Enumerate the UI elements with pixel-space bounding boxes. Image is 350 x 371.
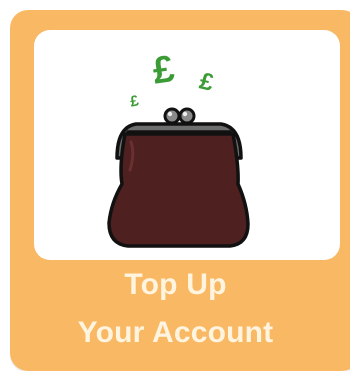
illustration-panel: £ £ £ [34,30,340,260]
pound-symbol-large: £ [150,48,177,93]
pound-symbol-small: £ [129,92,141,110]
card-title-line1: Top Up [124,268,227,301]
purse-icon: £ £ £ [107,48,250,248]
purse-body [107,132,250,248]
pound-symbol-medium: £ [197,67,217,97]
top-up-account-card[interactable]: £ £ £ Top Up Your Account [10,10,350,371]
card-title: Top Up Your Account [10,261,341,357]
purse-clasp [163,107,196,125]
card-title-line2: Your Account [77,316,274,349]
